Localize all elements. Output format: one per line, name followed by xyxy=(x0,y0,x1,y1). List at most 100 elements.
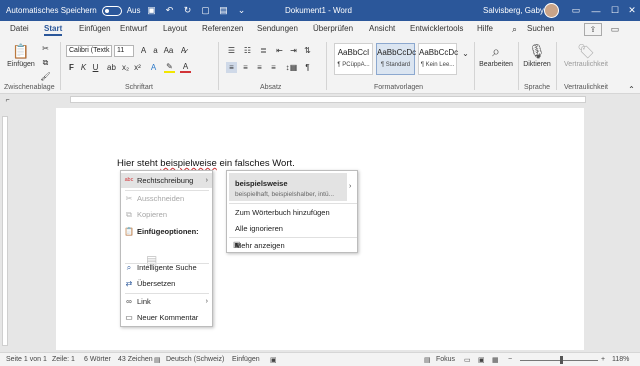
menu-item-spelling[interactable]: ᵃᵇᶜ Rechtschreibung › xyxy=(121,173,212,188)
user-name[interactable]: Salvisberg, Gaby xyxy=(483,6,544,15)
styles-more-icon[interactable]: ⌄ xyxy=(460,48,471,59)
tab-referenzen[interactable]: Referenzen xyxy=(202,24,243,33)
status-words[interactable]: 6 Wörter xyxy=(84,356,111,363)
highlight-icon[interactable]: ✎ xyxy=(164,62,175,73)
italic-icon[interactable]: K xyxy=(78,62,89,73)
tab-layout[interactable]: Layout xyxy=(163,24,187,33)
web-layout-icon[interactable]: ▦ xyxy=(492,356,499,364)
zoom-in-icon[interactable]: + xyxy=(601,356,605,363)
font-size-combo[interactable]: 11 xyxy=(114,45,134,57)
read-mode-icon[interactable]: ▭ xyxy=(464,356,471,364)
shading-icon[interactable]: ▦ xyxy=(288,62,299,73)
zoom-thumb[interactable] xyxy=(559,356,563,364)
strikethrough-icon[interactable]: ab xyxy=(106,62,117,73)
share-button[interactable]: ⇪ xyxy=(584,23,602,36)
ribbon-tabs: Datei Start Einfügen Entwurf Layout Refe… xyxy=(0,21,640,38)
justify-icon[interactable]: ≡ xyxy=(268,62,279,73)
tab-entwurf[interactable]: Entwurf xyxy=(120,24,147,33)
redo-icon[interactable]: ↻ xyxy=(183,5,193,16)
tab-sendungen[interactable]: Sendungen xyxy=(257,24,298,33)
text-effects-icon[interactable]: A xyxy=(148,62,159,73)
multilevel-list-icon[interactable]: ≣ xyxy=(258,45,269,56)
tab-ansicht[interactable]: Ansicht xyxy=(369,24,395,33)
focus-icon[interactable]: ▤ xyxy=(424,356,431,364)
tab-search[interactable]: Suchen xyxy=(527,24,554,33)
superscript-icon[interactable]: x² xyxy=(132,62,143,73)
cut-icon[interactable]: ✂ xyxy=(40,43,51,54)
proofing-icon[interactable]: ▤ xyxy=(154,356,161,364)
ignore-all-item[interactable]: Alle ignorieren xyxy=(235,224,283,233)
menu-item-copy[interactable]: ⧉ Kopieren xyxy=(121,207,212,222)
grow-font-icon[interactable]: A xyxy=(138,45,149,56)
font-color-icon[interactable]: A xyxy=(180,62,191,73)
decrease-indent-icon[interactable]: ⇤ xyxy=(274,45,285,56)
add-to-dictionary-item[interactable]: Zum Wörterbuch hinzufügen xyxy=(235,208,330,217)
style-tile[interactable]: AaBbCcI ¶ PCüppA... xyxy=(334,43,373,75)
status-mode[interactable]: Einfügen xyxy=(232,356,260,363)
document-text[interactable]: Hier steht beispielweise ein falsches Wo… xyxy=(117,158,295,169)
tab-einfuegen[interactable]: Einfügen xyxy=(79,24,111,33)
increase-indent-icon[interactable]: ⇥ xyxy=(288,45,299,56)
sort-icon[interactable]: ⇅ xyxy=(302,45,313,56)
menu-item-translate[interactable]: ⇄ Übersetzen xyxy=(121,276,212,291)
tab-entwicklertools[interactable]: Entwicklertools xyxy=(410,24,463,33)
avatar[interactable] xyxy=(544,3,559,18)
dictate-button[interactable]: 🎙 Diktieren xyxy=(520,43,554,68)
search-icon[interactable]: ⌕ xyxy=(512,24,517,35)
save-icon[interactable]: ▣ xyxy=(147,5,157,16)
menu-item-link[interactable]: ∞ Link › xyxy=(121,294,212,309)
bullets-icon[interactable]: ☰ xyxy=(226,45,237,56)
style-tile[interactable]: AaBbCcDc ¶ Kein Lee... xyxy=(418,43,458,75)
numbering-icon[interactable]: ☷ xyxy=(242,45,253,56)
new-doc-icon[interactable]: ▢ xyxy=(201,5,211,16)
macro-icon[interactable]: ▣ xyxy=(270,356,277,364)
status-page[interactable]: Seite 1 von 1 xyxy=(6,356,47,363)
copy-icon[interactable]: ⧉ xyxy=(40,57,51,68)
ruler-bar[interactable] xyxy=(70,96,586,103)
format-painter-icon[interactable]: 🖌 xyxy=(40,71,51,82)
chevron-right-icon[interactable]: › xyxy=(349,183,351,190)
align-right-icon[interactable]: ≡ xyxy=(254,62,265,73)
menu-item-new-comment[interactable]: ▭ Neuer Kommentar xyxy=(121,310,212,325)
change-case-icon[interactable]: Aa xyxy=(163,45,174,56)
suggestion-word[interactable]: beispielsweise xyxy=(235,179,288,188)
status-line[interactable]: Zeile: 1 xyxy=(52,356,75,363)
tab-ueberpruefen[interactable]: Überprüfen xyxy=(313,24,353,33)
autosave-state: Aus xyxy=(126,6,141,15)
font-name-combo[interactable]: Calibri (Textk xyxy=(66,45,112,57)
align-left-icon[interactable]: ≡ xyxy=(226,62,237,73)
tab-start[interactable]: Start xyxy=(44,24,63,36)
show-more-item[interactable]: Mehr anzeigen xyxy=(235,241,285,250)
autosave-toggle[interactable] xyxy=(101,5,122,16)
vruler-bar[interactable] xyxy=(2,116,8,346)
tab-hilfe[interactable]: Hilfe xyxy=(477,24,493,33)
open-icon[interactable]: ▤ xyxy=(219,5,229,16)
print-layout-icon[interactable]: ▣ xyxy=(478,356,485,364)
tab-datei[interactable]: Datei xyxy=(10,24,29,33)
paste-button[interactable]: 📋 Einfügen xyxy=(6,43,36,68)
tab-selector-icon[interactable]: ⌐ xyxy=(2,95,13,106)
status-zoom[interactable]: 118% xyxy=(612,356,629,363)
menu-item-smart-lookup[interactable]: ⌕ Intelligente Suche xyxy=(121,260,212,275)
menu-item-cut[interactable]: ✂ Ausschneiden xyxy=(121,191,212,206)
pilcrow-icon[interactable]: ¶ xyxy=(302,62,313,73)
underline-icon[interactable]: U xyxy=(90,62,101,73)
style-tile-selected[interactable]: AaBbCcDc ¶ Standard xyxy=(376,43,416,75)
close-button[interactable]: ✕ xyxy=(620,0,640,21)
collapse-ribbon-icon[interactable]: ⌃ xyxy=(626,84,637,95)
confidentiality-button[interactable]: 🏷 Vertraulichkeit xyxy=(558,43,614,68)
align-center-icon[interactable]: ≡ xyxy=(240,62,251,73)
edit-button[interactable]: ⌕ Bearbeiten xyxy=(476,43,516,68)
shrink-font-icon[interactable]: a xyxy=(150,45,161,56)
status-chars[interactable]: 43 Zeichen xyxy=(118,356,153,363)
subscript-icon[interactable]: x₂ xyxy=(120,62,131,73)
customize-qat-icon[interactable]: ⌄ xyxy=(237,5,247,16)
misspelled-word[interactable]: beispielweise xyxy=(160,158,217,169)
comments-icon[interactable]: ▭ xyxy=(606,23,624,36)
clear-format-icon[interactable]: A̷ xyxy=(178,45,189,56)
undo-icon[interactable]: ↶ xyxy=(165,5,175,16)
zoom-out-icon[interactable]: − xyxy=(508,356,512,363)
status-language[interactable]: Deutsch (Schweiz) xyxy=(166,356,224,363)
status-focus[interactable]: Fokus xyxy=(436,356,455,363)
bold-icon[interactable]: F xyxy=(66,62,77,73)
